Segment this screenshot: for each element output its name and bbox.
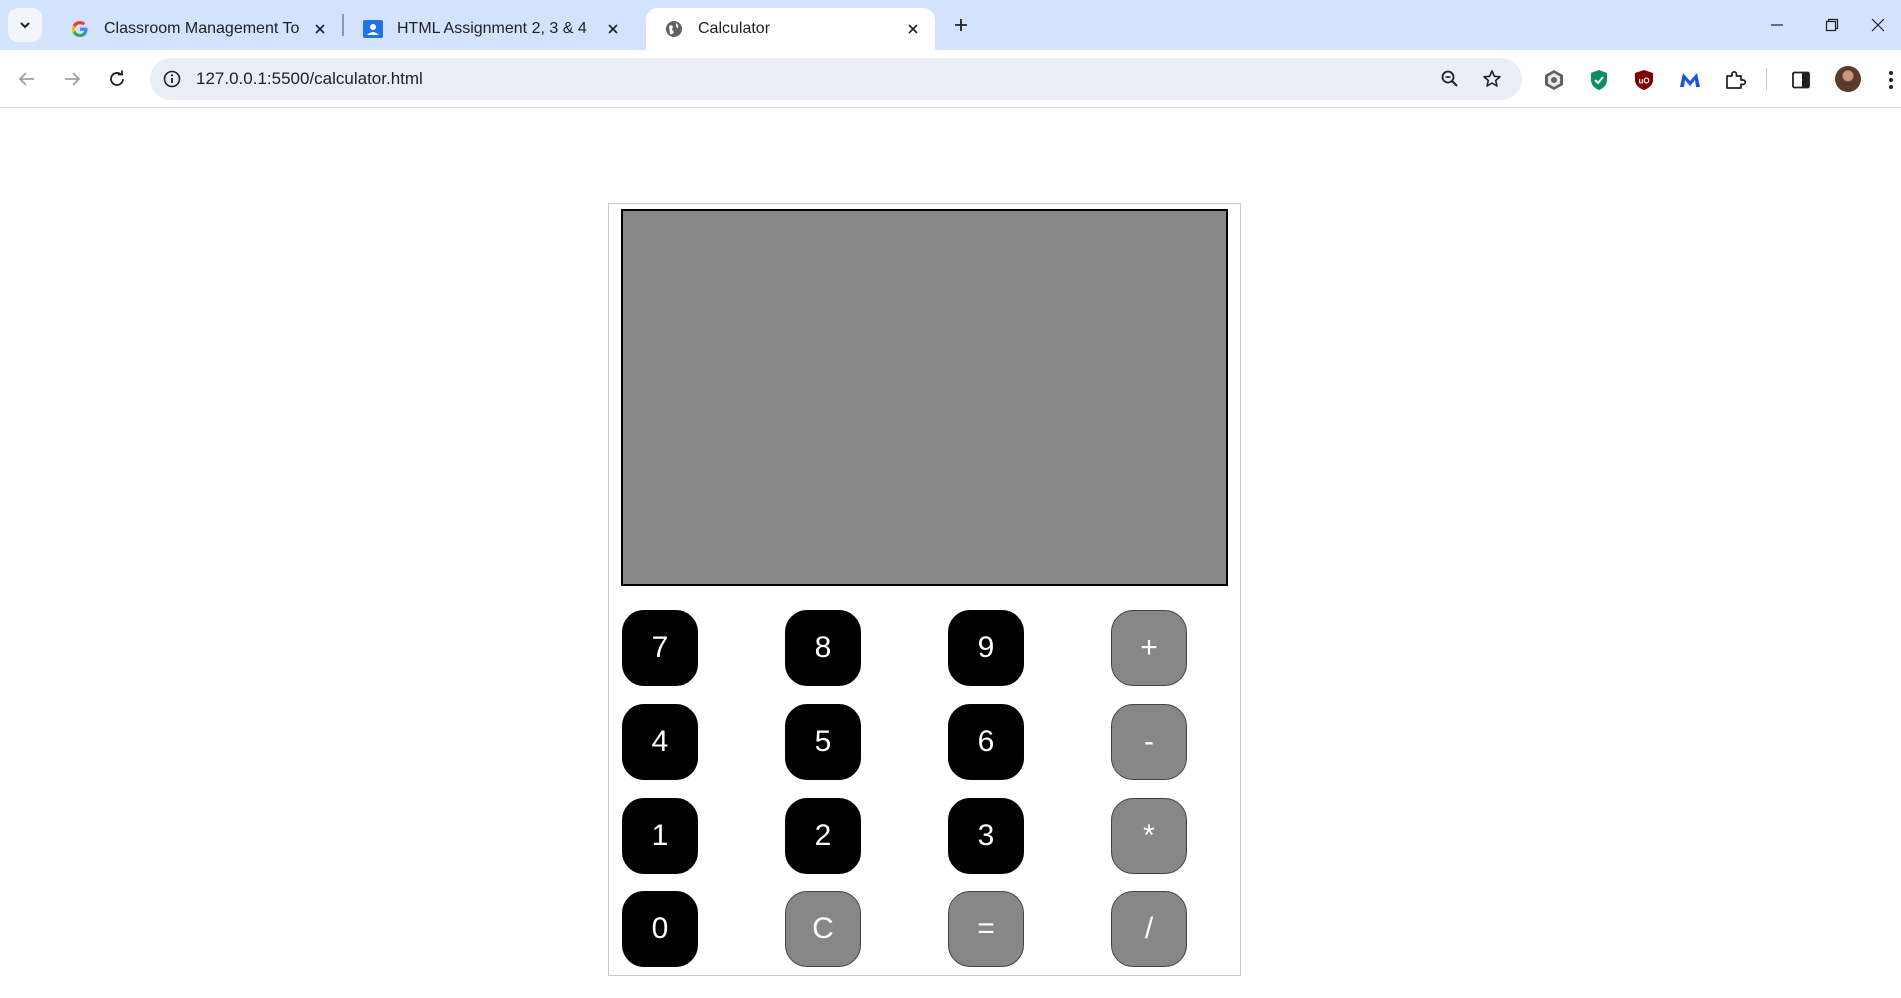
tab-title: HTML Assignment 2, 3 & 4 [397,20,587,37]
tab-classroom-tools[interactable]: Classroom Management Tools & [50,8,342,50]
calculator-display [621,209,1228,586]
arrow-right-icon [65,72,81,86]
calculator: 7 8 9 + 4 5 6 - 1 2 3 * 0 C = / [608,203,1241,976]
key-0[interactable]: 0 [622,891,698,967]
malwarebytes-icon[interactable] [1677,67,1703,93]
forward-button[interactable] [54,61,90,97]
key-4[interactable]: 4 [622,704,698,780]
key-1[interactable]: 1 [622,798,698,874]
close-icon [1871,18,1885,32]
key-clear[interactable]: C [785,891,861,967]
side-panel-icon[interactable] [1788,67,1814,93]
reload-icon [110,70,124,86]
google-icon [70,19,90,39]
plus-icon [955,19,967,31]
browser-toolbar: 127.0.0.1:5500/calculator.html uO [0,50,1901,108]
address-bar[interactable]: 127.0.0.1:5500/calculator.html [150,58,1522,100]
svg-text:uO: uO [1638,77,1649,86]
tab-title: Calculator [698,20,771,37]
arrow-left-icon [18,72,34,86]
close-window-button[interactable] [1855,0,1901,50]
minimize-button[interactable] [1754,0,1800,50]
bookmark-star-icon[interactable] [1480,67,1504,91]
key-equals[interactable]: = [948,891,1024,967]
toolbar-separator [1766,68,1767,90]
key-5[interactable]: 5 [785,704,861,780]
minimize-icon [1771,24,1783,26]
extension-shield-green-icon[interactable] [1586,67,1612,93]
classroom-icon [363,19,383,39]
chevron-down-icon [20,22,30,29]
key-3[interactable]: 3 [948,798,1024,874]
menu-kebab-icon[interactable] [1878,67,1901,93]
ublock-origin-icon[interactable]: uO [1631,67,1657,93]
reload-button[interactable] [99,61,135,97]
profile-avatar[interactable] [1835,66,1861,92]
close-tab-icon[interactable] [310,19,330,39]
extensions-puzzle-icon[interactable] [1722,67,1748,93]
close-tab-icon[interactable] [603,19,623,39]
key-6[interactable]: 6 [948,704,1024,780]
zoom-icon[interactable] [1438,67,1462,91]
key-divide[interactable]: / [1111,891,1187,967]
key-9[interactable]: 9 [948,610,1024,686]
restore-icon [1825,18,1839,32]
key-2[interactable]: 2 [785,798,861,874]
tab-html-assignment[interactable]: HTML Assignment 2, 3 & 4 [343,8,635,50]
close-tab-icon[interactable] [903,19,923,39]
back-button[interactable] [9,61,45,97]
tab-title: Classroom Management Tools & [104,20,300,37]
restore-button[interactable] [1809,0,1855,50]
key-7[interactable]: 7 [622,610,698,686]
key-plus[interactable]: + [1111,610,1187,686]
new-tab-button[interactable] [944,8,978,42]
key-8[interactable]: 8 [785,610,861,686]
url-text[interactable]: 127.0.0.1:5500/calculator.html [196,69,423,89]
tab-strip: Classroom Management Tools & HTML Assign… [0,0,1901,50]
info-icon[interactable] [162,69,182,89]
key-multiply[interactable]: * [1111,798,1187,874]
key-minus[interactable]: - [1111,704,1187,780]
tab-search-button[interactable] [8,8,42,42]
extension-shield-gray-icon[interactable] [1541,67,1567,93]
tab-calculator[interactable]: Calculator [646,8,935,50]
globe-icon [664,19,684,39]
